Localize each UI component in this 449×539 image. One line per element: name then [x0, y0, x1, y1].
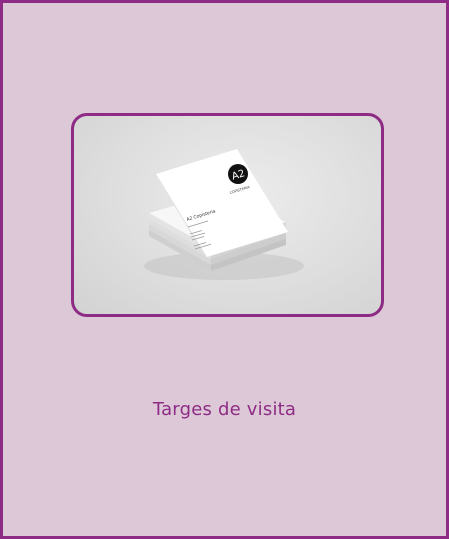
product-title[interactable]: Targes de visita [3, 399, 446, 420]
business-card-mockup: A2 COPISTERIA A2 Copisteria [144, 149, 304, 280]
product-card[interactable]: A2 COPISTERIA A2 Copisteria Targes de vi… [0, 0, 449, 539]
product-image[interactable]: A2 COPISTERIA A2 Copisteria [71, 113, 384, 317]
